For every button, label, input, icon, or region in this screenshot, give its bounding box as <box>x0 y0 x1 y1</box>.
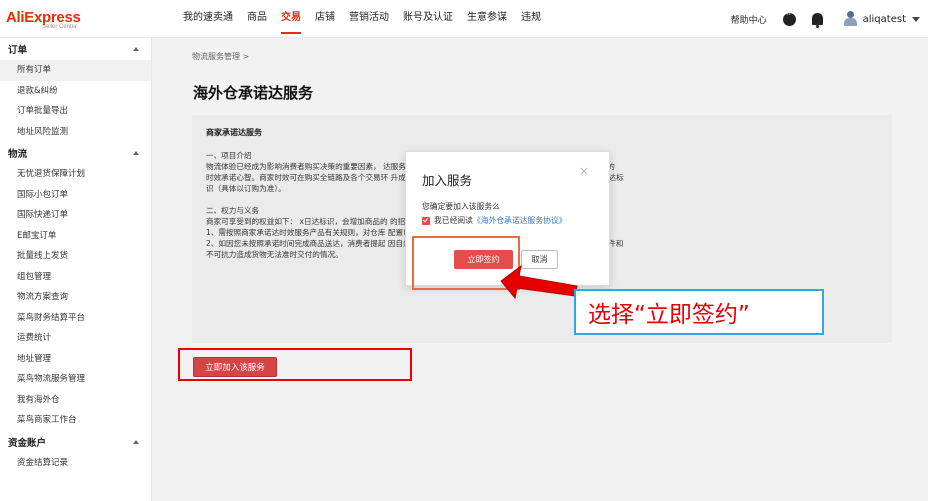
sidebar-item-order-export[interactable]: 订单批量导出 <box>0 101 151 122</box>
sidebar-item-all-orders[interactable]: 所有订单 <box>0 60 151 81</box>
sidebar-item-cainiao-finance[interactable]: 菜鸟财务结算平台 <box>0 308 151 329</box>
username[interactable]: aliqatest <box>863 14 906 25</box>
sidebar-item-express-orders[interactable]: 国际快递订单 <box>0 205 151 226</box>
sidebar-item-return-guarantee[interactable]: 无忧退货保障计划 <box>0 164 151 185</box>
sidebar-group-orders[interactable]: 订单 <box>0 38 151 60</box>
nav-transactions[interactable]: 交易 <box>281 0 301 38</box>
nav-store[interactable]: 店铺 <box>315 0 335 38</box>
sidebar-item-freight-stats[interactable]: 运费统计 <box>0 328 151 349</box>
avatar[interactable] <box>843 11 857 27</box>
logo-subtitle: Seller Center <box>42 24 78 30</box>
sidebar-group-funds[interactable]: 资金账户 <box>0 430 151 453</box>
nav-my-aliexpress[interactable]: 我的速卖通 <box>183 0 233 38</box>
top-nav: 我的速卖通 商品 交易 店铺 营销活动 账号及认证 生意参谋 违规 <box>183 0 555 38</box>
pointer-arrow-icon <box>500 264 578 300</box>
sidebar-item-overseas-warehouse[interactable]: 我有海外仓 <box>0 390 151 411</box>
sidebar-item-small-parcel-orders[interactable]: 国际小包订单 <box>0 185 151 206</box>
agreement-checkbox[interactable] <box>422 216 430 225</box>
breadcrumb[interactable]: 物流服务管理 > <box>192 51 249 62</box>
sidebar-item-refunds[interactable]: 退款&纠纷 <box>0 81 151 102</box>
agreement-link[interactable]: 《海外仓承诺达服务协议》 <box>473 215 567 226</box>
sidebar-item-package-management[interactable]: 组包管理 <box>0 267 151 288</box>
nav-account[interactable]: 账号及认证 <box>403 0 453 38</box>
highlight-box-join <box>178 348 412 381</box>
collapse-arrow-icon[interactable] <box>133 151 139 155</box>
sidebar: 订单 所有订单 退款&纠纷 订单批量导出 地址风险监测 物流 无忧退货保障计划 … <box>0 38 152 501</box>
top-header: AliExpress Seller Center 我的速卖通 商品 交易 店铺 … <box>0 0 928 38</box>
sidebar-item-epacket-orders[interactable]: E邮宝订单 <box>0 226 151 247</box>
close-icon[interactable]: × <box>579 164 589 178</box>
sidebar-item-logistics-query[interactable]: 物流方案查询 <box>0 287 151 308</box>
collapse-arrow-icon[interactable] <box>133 439 139 444</box>
caret-down-icon[interactable] <box>912 16 920 22</box>
sidebar-item-address-management[interactable]: 地址管理 <box>0 349 151 370</box>
panel-heading: 商家承诺达服务 <box>206 128 262 137</box>
sidebar-item-cainiao-workbench[interactable]: 菜鸟商家工作台 <box>0 410 151 431</box>
sidebar-item-cainiao-service[interactable]: 菜鸟物流服务管理 <box>0 369 151 390</box>
sidebar-group-logistics[interactable]: 物流 <box>0 142 151 164</box>
nav-violations[interactable]: 违规 <box>521 0 541 38</box>
chat-icon[interactable] <box>782 10 796 26</box>
sidebar-item-address-risk[interactable]: 地址风险监测 <box>0 122 151 143</box>
sidebar-item-batch-shipping[interactable]: 批量线上发货 <box>0 246 151 267</box>
agreement-prefix: 我已经阅读 <box>434 216 473 225</box>
nav-products[interactable]: 商品 <box>247 0 267 38</box>
bell-icon[interactable] <box>811 13 823 28</box>
header-right: 帮助中心 aliqatest <box>731 0 920 38</box>
sidebar-item-settlement-records[interactable]: 资金结算记录 <box>0 453 151 474</box>
nav-business-advisor[interactable]: 生意参谋 <box>467 0 507 38</box>
aliexpress-logo[interactable]: AliExpress Seller Center <box>6 7 81 30</box>
modal-confirm-text: 您确定要加入该服务么 <box>422 202 500 211</box>
agreement-row: 我已经阅读 《海外仓承诺达服务协议》 <box>422 215 567 226</box>
collapse-arrow-icon[interactable] <box>133 47 139 51</box>
instruction-callout: 选择“立即签约” <box>574 289 824 335</box>
modal-title: 加入服务 <box>422 173 473 188</box>
page-title: 海外仓承诺达服务 <box>193 84 314 102</box>
nav-marketing[interactable]: 营销活动 <box>349 0 389 38</box>
help-center-link[interactable]: 帮助中心 <box>731 13 767 26</box>
